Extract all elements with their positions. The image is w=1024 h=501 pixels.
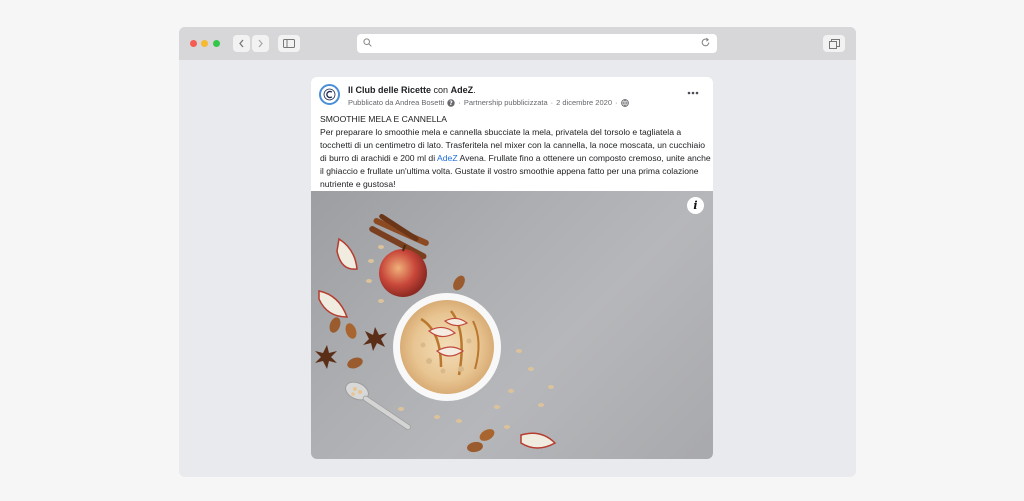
published-by-text: Pubblicato da Andrea Bosetti <box>348 98 445 107</box>
sidebar-icon <box>283 39 295 48</box>
post-date[interactable]: 2 dicembre 2020 <box>556 98 612 107</box>
separator: · <box>458 98 461 107</box>
post-header: Il Club delle Ricette con AdeZ. <box>348 85 476 95</box>
page-avatar[interactable] <box>319 84 340 105</box>
help-icon[interactable]: ? <box>447 98 456 107</box>
svg-text:?: ? <box>450 100 454 107</box>
recipe-title: SMOOTHIE MELA E CANNELLA <box>320 114 448 124</box>
smoothie-bowl-photo <box>315 213 557 453</box>
info-icon[interactable]: i <box>687 197 704 214</box>
adez-link[interactable]: AdeZ <box>437 153 458 163</box>
tabs-overview-button[interactable] <box>823 35 845 52</box>
club-logo-icon <box>323 88 336 101</box>
with-word: con <box>433 85 449 95</box>
smoothie-bowl <box>393 293 501 401</box>
forward-button[interactable] <box>252 35 269 52</box>
page-name-link[interactable]: Il Club delle Ricette <box>348 85 431 95</box>
period: . <box>473 85 476 95</box>
back-button[interactable] <box>233 35 250 52</box>
sidebar-toggle-button[interactable] <box>278 35 300 52</box>
more-options-button[interactable] <box>687 87 699 95</box>
more-dots-icon <box>687 91 699 95</box>
partner-name-link[interactable]: AdeZ <box>451 85 474 95</box>
browser-window: Il Club delle Ricette con AdeZ. Pubblica… <box>179 27 856 477</box>
url-input[interactable] <box>374 36 674 51</box>
post-meta: Pubblicato da Andrea Bosetti ? · Partner… <box>348 98 629 107</box>
spoon <box>345 381 411 430</box>
chevron-left-icon <box>239 39 244 48</box>
chevron-right-icon <box>258 39 263 48</box>
browser-toolbar <box>179 27 856 60</box>
separator: · <box>615 98 618 107</box>
post-image[interactable]: i <box>311 191 713 459</box>
post-text: SMOOTHIE MELA E CANNELLA Per preparare l… <box>320 113 712 191</box>
minimize-window-button[interactable] <box>201 40 208 47</box>
search-icon <box>363 38 372 47</box>
recipe-body: Per preparare lo smoothie mela e cannell… <box>320 126 712 191</box>
maximize-window-button[interactable] <box>213 40 220 47</box>
tabs-icon <box>828 38 840 49</box>
close-window-button[interactable] <box>190 40 197 47</box>
reload-icon[interactable] <box>700 37 711 48</box>
partnership-link[interactable]: Partnership pubblicizzata <box>464 98 548 107</box>
globe-icon <box>620 98 629 107</box>
facebook-post: Il Club delle Ricette con AdeZ. Pubblica… <box>311 77 713 459</box>
separator: · <box>550 98 554 107</box>
address-bar[interactable] <box>357 34 717 53</box>
